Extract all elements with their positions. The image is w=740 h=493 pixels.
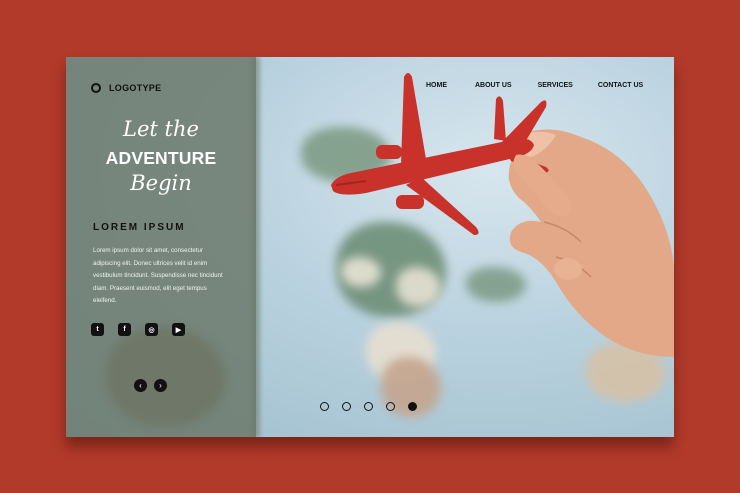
- slider-dot[interactable]: [342, 402, 351, 411]
- chevron-right-icon[interactable]: ›: [154, 379, 167, 392]
- facebook-icon[interactable]: f: [118, 323, 131, 336]
- slider-dots: [320, 402, 417, 411]
- slider-dot-active[interactable]: [408, 402, 417, 411]
- slider-arrows: ‹ ›: [134, 379, 167, 392]
- slider-dot[interactable]: [386, 402, 395, 411]
- youtube-icon[interactable]: ▶: [172, 323, 185, 336]
- nav-about-us[interactable]: ABOUT US: [475, 82, 512, 89]
- nav-services[interactable]: SERVICES: [538, 82, 573, 89]
- headline-line-2: ADVENTURE: [105, 148, 217, 168]
- slider-dot[interactable]: [364, 402, 373, 411]
- logo-icon: [91, 83, 101, 93]
- headline-line-3: Begin: [130, 171, 192, 195]
- nav-home[interactable]: HOME: [426, 82, 447, 89]
- logo[interactable]: LOGOTYPE: [91, 83, 161, 93]
- social-links: t f ◎ ▶: [91, 323, 185, 336]
- nav-contact-us[interactable]: CONTACT US: [598, 82, 643, 89]
- landing-page-card: LOGOTYPE HOME ABOUT US SERVICES CONTACT …: [66, 57, 674, 437]
- chevron-left-icon[interactable]: ‹: [134, 379, 147, 392]
- slider-dot[interactable]: [320, 402, 329, 411]
- top-navigation: HOME ABOUT US SERVICES CONTACT US: [426, 82, 643, 89]
- instagram-icon[interactable]: ◎: [145, 323, 158, 336]
- logo-text: LOGOTYPE: [109, 83, 162, 93]
- section-subtitle: LOREM IPSUM: [93, 222, 186, 233]
- plane-hand-photo: [331, 73, 674, 357]
- body-paragraph: Lorem ipsum dolor sit amet, consectetur …: [93, 247, 223, 305]
- twitter-icon[interactable]: t: [91, 323, 104, 336]
- headline-line-1: Let the: [123, 117, 199, 141]
